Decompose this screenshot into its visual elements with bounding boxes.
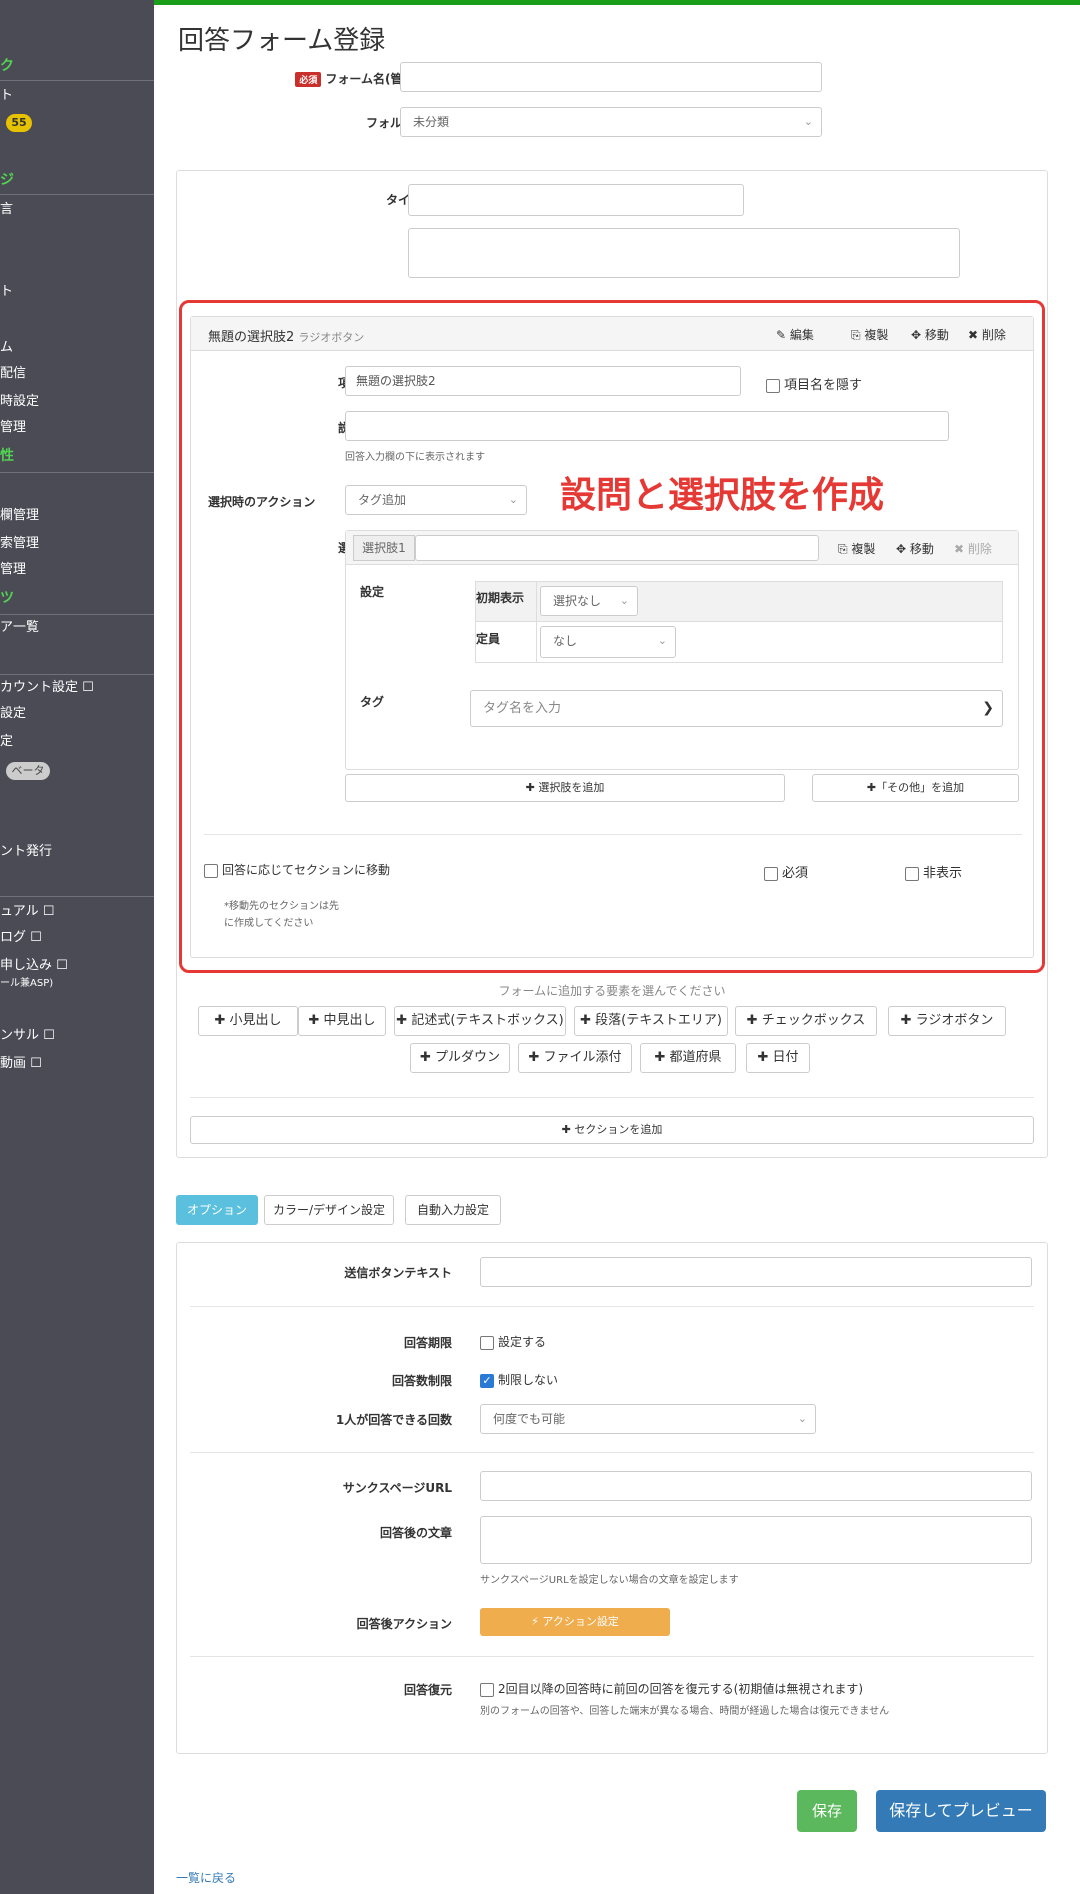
save-preview-button[interactable]: 保存してプレビュー (876, 1790, 1046, 1832)
sidebar-divider (0, 472, 154, 473)
divider (190, 1452, 1034, 1453)
sidebar-item: ジ (0, 172, 14, 188)
sidebar-divider (0, 194, 154, 195)
add-element-button[interactable]: ✚ チェックボックス (735, 1006, 877, 1036)
add-element-button[interactable]: ✚ ラジオボタン (888, 1006, 1006, 1036)
main-content: 回答フォーム登録 必須フォーム名(管理用) フォルダ 未分類⌄ タイトル 説明 … (154, 0, 1080, 1894)
form-name-input[interactable] (400, 62, 822, 92)
folder-label: フォルダ (365, 116, 414, 130)
sidebar-divider (0, 896, 154, 897)
tab-color-design[interactable]: カラー/デザイン設定 (264, 1195, 394, 1225)
sidebar-item[interactable]: ト (0, 284, 13, 300)
add-element-button[interactable]: ✚ 都道府県 (640, 1043, 736, 1073)
sidebar-item[interactable]: ント発行 (0, 844, 52, 860)
sidebar-item: ク (0, 58, 14, 74)
sidebar-item[interactable]: 管理 (0, 562, 26, 578)
sidebar-item[interactable]: ト (0, 88, 13, 104)
sidebar-divider (0, 80, 154, 81)
add-element-button[interactable]: ✚ ファイル添付 (518, 1043, 632, 1073)
sidebar-item[interactable]: ンサル ☐ (0, 1028, 55, 1044)
sidebar-item[interactable]: 言 (0, 202, 13, 218)
period-label: 回答期限 (403, 1336, 452, 1350)
period-checkbox[interactable]: 設定する (480, 1333, 546, 1350)
per-person-label: 1人が回答できる回数 (335, 1413, 452, 1427)
per-person-select[interactable]: 何度でも可能 ⌄ (480, 1404, 816, 1434)
sidebar-item[interactable]: ール兼ASP) (0, 976, 53, 992)
beta-badge: ベータ (6, 762, 50, 780)
add-element-button[interactable]: ✚ 記述式(テキストボックス) (394, 1006, 566, 1036)
sidebar-item[interactable]: 定 (0, 734, 13, 750)
sidebar-item[interactable]: ュアル ☐ (0, 904, 54, 920)
sidebar-item[interactable]: 時設定 (0, 394, 39, 410)
tab-auto-input[interactable]: 自動入力設定 (405, 1195, 501, 1225)
save-button[interactable]: 保存 (797, 1790, 857, 1832)
add-element-button[interactable]: ✚ プルダウン (410, 1043, 510, 1073)
after-text-label: 回答後の文章 (379, 1526, 452, 1540)
add-element-button[interactable]: ✚ 小見出し (198, 1006, 298, 1036)
add-element-button[interactable]: ✚ 日付 (746, 1043, 810, 1073)
sidebar-item[interactable]: 動画 ☐ (0, 1056, 42, 1072)
back-to-list-link[interactable]: 一覧に戻る (176, 1869, 236, 1886)
sidebar-item[interactable]: ム (0, 340, 13, 356)
thanks-url-input[interactable] (480, 1471, 1032, 1501)
unread-count-badge: 55 (6, 114, 32, 132)
restore-label: 回答復元 (403, 1683, 452, 1697)
sidebar-item[interactable]: カウント設定 ☐ (0, 680, 94, 696)
chevron-down-icon: ⌄ (803, 115, 813, 128)
after-action-label: 回答後アクション (356, 1617, 452, 1631)
description-textarea[interactable] (408, 228, 960, 278)
sidebar-divider (0, 614, 154, 615)
sidebar-item[interactable]: ア一覧 (0, 620, 39, 636)
sidebar-item[interactable]: 管理 (0, 420, 26, 436)
restore-checkbox[interactable]: 2回目以降の回答時に前回の回答を復元する(初期値は無視されます) (480, 1680, 863, 1697)
divider (190, 1097, 1034, 1098)
sidebar-item: 性 (0, 448, 14, 464)
highlight-box (179, 300, 1045, 973)
required-badge: 必須 (295, 72, 322, 87)
after-text-textarea[interactable] (480, 1516, 1032, 1564)
check-icon: ✓ (480, 1373, 494, 1388)
chevron-down-icon: ⌄ (797, 1412, 807, 1425)
sidebar-item: ツ (0, 590, 14, 606)
add-element-hint: フォームに追加する要素を選んでください (498, 984, 726, 998)
add-element-button[interactable]: ✚ 段落(テキストエリア) (574, 1006, 728, 1036)
submit-text-input[interactable] (480, 1257, 1032, 1287)
thanks-url-label: サンクスページURL (342, 1481, 452, 1495)
sidebar-item[interactable]: 申し込み ☐ (0, 958, 68, 974)
divider (190, 1306, 1034, 1307)
add-section-button[interactable]: ✚ セクションを追加 (190, 1116, 1034, 1144)
sidebar-item[interactable]: ログ ☐ (0, 930, 42, 946)
sidebar-item[interactable]: 設定 (0, 706, 26, 722)
page-title: 回答フォーム登録 (178, 26, 386, 56)
sidebar-item[interactable]: 配信 (0, 366, 26, 382)
folder-select[interactable]: 未分類 ⌄ (400, 107, 822, 137)
sidebar: クトジ言トム配信 時設定 管理性欄管理 索管理 管理ツア一覧 カウント設定 ☐ 設定定ント発… (0, 0, 154, 1894)
limit-checkbox[interactable]: ✓ 制限しない (480, 1371, 558, 1388)
tab-options[interactable]: オプション (176, 1195, 258, 1225)
title-input[interactable] (408, 184, 744, 216)
sidebar-item[interactable]: 索管理 (0, 536, 39, 552)
limit-label: 回答数制限 (391, 1374, 452, 1388)
after-text-hint: サンクスページURLを設定しない場合の文章を設定します (480, 1575, 739, 1586)
action-settings-button[interactable]: ⚡ アクション設定 (480, 1608, 670, 1636)
sidebar-divider (0, 674, 154, 675)
restore-note: 別のフォームの回答や、回答した端末が異なる場合、時間が経過した場合は復元できませ… (480, 1706, 890, 1717)
add-element-button[interactable]: ✚ 中見出し (298, 1006, 386, 1036)
divider (190, 1656, 1034, 1657)
submit-text-label: 送信ボタンテキスト (344, 1266, 452, 1280)
sidebar-item[interactable]: 欄管理 (0, 508, 39, 524)
